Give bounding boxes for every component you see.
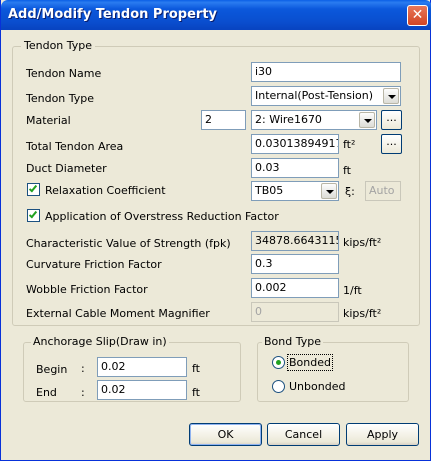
- area-calculator-button[interactable]: ...: [381, 134, 402, 154]
- fpk-label: Characteristic Value of Strength (fpk): [26, 237, 231, 250]
- wobble-friction-unit: 1/ft: [343, 284, 362, 297]
- chevron-down-icon[interactable]: [383, 88, 399, 104]
- end-colon: :: [81, 386, 85, 399]
- curvature-friction-label: Curvature Friction Factor: [26, 258, 162, 271]
- chevron-down-icon[interactable]: [321, 183, 337, 199]
- external-cable-label: External Cable Moment Magnifier: [26, 307, 210, 320]
- tendon-name-input[interactable]: i30: [251, 62, 401, 82]
- begin-label: Begin: [36, 363, 68, 376]
- ok-button[interactable]: OK: [189, 423, 262, 446]
- external-cable-input: 0: [251, 302, 339, 322]
- xi-input: Auto: [365, 181, 401, 201]
- duct-diameter-input[interactable]: 0.03: [251, 158, 339, 178]
- material-label: Material: [26, 114, 71, 127]
- close-button[interactable]: ✕: [407, 5, 428, 26]
- tendon-type-value: Internal(Post-Tension): [255, 89, 374, 102]
- curvature-friction-input[interactable]: 0.3: [251, 254, 339, 274]
- radio-dot-icon: [276, 360, 281, 365]
- cancel-button[interactable]: Cancel: [267, 423, 340, 446]
- anchorage-slip-legend: Anchorage Slip(Draw in): [31, 335, 169, 348]
- chevron-down-icon[interactable]: [359, 112, 375, 128]
- total-tendon-area-unit: ft²: [343, 138, 356, 151]
- dialog-title: Add/Modify Tendon Property: [8, 7, 218, 22]
- apply-button[interactable]: Apply: [346, 423, 419, 446]
- ok-button-label: OK: [217, 428, 234, 441]
- bond-type-legend: Bond Type: [262, 335, 323, 348]
- begin-colon: :: [81, 362, 85, 375]
- relaxation-label: Relaxation Coefficient: [45, 184, 166, 197]
- begin-unit: ft: [192, 362, 200, 375]
- fpk-input[interactable]: 34878.66431156: [251, 231, 339, 251]
- unbonded-radio[interactable]: [272, 380, 285, 393]
- bonded-radio[interactable]: [272, 356, 285, 369]
- material-number-input[interactable]: 2: [201, 110, 246, 130]
- tendon-type-select[interactable]: Internal(Post-Tension): [251, 86, 401, 106]
- wobble-friction-label: Wobble Friction Factor: [26, 283, 148, 296]
- dialog-window: Add/Modify Tendon Property ✕ Tendon Type…: [0, 0, 431, 461]
- external-cable-unit: kips/ft²: [343, 307, 382, 320]
- duct-diameter-label: Duct Diameter: [26, 162, 107, 175]
- bond-type-group: [257, 342, 409, 402]
- overstress-checkbox[interactable]: [27, 209, 40, 222]
- material-browse-button[interactable]: ...: [381, 110, 402, 130]
- apply-button-label: Apply: [366, 428, 399, 441]
- check-icon: [28, 209, 38, 219]
- cancel-button-label: Cancel: [284, 428, 323, 441]
- duct-diameter-unit: ft: [343, 164, 351, 177]
- overstress-label: Application of Overstress Reduction Fact…: [45, 210, 279, 223]
- wobble-friction-input[interactable]: 0.002: [251, 278, 339, 298]
- anchorage-begin-input[interactable]: 0.02: [97, 357, 187, 377]
- tendon-type-legend: Tendon Type: [21, 39, 96, 52]
- anchorage-end-input[interactable]: 0.02: [97, 380, 187, 400]
- material-value: 2: Wire1670: [255, 113, 322, 126]
- end-unit: ft: [192, 386, 200, 399]
- unbonded-label[interactable]: Unbonded: [289, 380, 345, 393]
- relaxation-select[interactable]: TB05: [251, 181, 339, 201]
- total-tendon-area-label: Total Tendon Area: [26, 140, 124, 153]
- bonded-label[interactable]: Bonded: [287, 354, 333, 371]
- check-icon: [28, 183, 38, 193]
- relaxation-checkbox[interactable]: [27, 183, 40, 196]
- end-label: End: [36, 386, 57, 399]
- total-tendon-area-input[interactable]: 0.03013894917: [251, 134, 339, 154]
- tendon-type-label: Tendon Type: [26, 92, 95, 105]
- title-bar[interactable]: Add/Modify Tendon Property ✕: [1, 0, 431, 30]
- close-icon: ✕: [411, 7, 424, 23]
- material-select[interactable]: 2: Wire1670: [251, 110, 377, 130]
- xi-label: ξ:: [345, 185, 355, 198]
- relaxation-value: TB05: [255, 184, 284, 197]
- tendon-name-label: Tendon Name: [26, 67, 102, 80]
- fpk-unit: kips/ft²: [343, 236, 382, 249]
